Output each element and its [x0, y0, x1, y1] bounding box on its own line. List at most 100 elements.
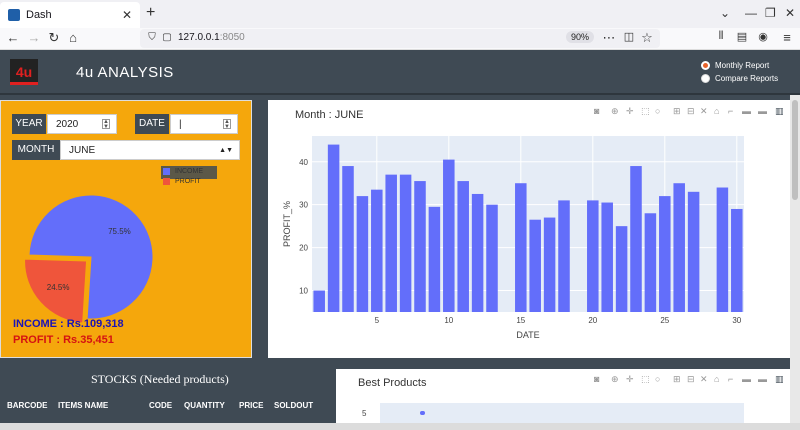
dash-favicon-icon	[8, 9, 20, 21]
tab-list-icon[interactable]: ⌄	[720, 6, 730, 20]
bar[interactable]	[731, 208, 743, 312]
bar[interactable]	[457, 181, 469, 312]
legend-item-income[interactable]: INCOME	[163, 168, 203, 175]
bar[interactable]	[356, 196, 369, 312]
spike-lines-icon[interactable]: ⌐	[728, 374, 733, 384]
browser-tab-bar: Dash ✕ + ⌄ — ❐ ✕	[0, 0, 800, 28]
bar[interactable]	[414, 181, 426, 312]
autoscale-icon[interactable]: ✕	[700, 374, 708, 385]
year-input[interactable]: 2020 ▲ ▼	[47, 114, 117, 134]
bar[interactable]	[615, 226, 628, 312]
month-value: JUNE	[69, 145, 96, 156]
radio-monthly-report[interactable]: Monthly Report	[701, 58, 796, 72]
home-icon[interactable]: ⌂	[64, 30, 82, 45]
best-products-plot-area	[380, 403, 744, 425]
column-header-quantity[interactable]: QUANTITY	[184, 401, 225, 410]
legend-item-profit[interactable]: PROFIT	[163, 178, 203, 185]
pan-icon[interactable]: ✛	[626, 374, 634, 385]
page-info-icon[interactable]: ▢	[158, 32, 176, 43]
bar[interactable]	[385, 174, 397, 312]
bar[interactable]	[630, 166, 642, 312]
zoom-out-icon[interactable]: ⊟	[687, 374, 695, 385]
x-tick-label: 20	[588, 316, 597, 325]
text-cursor: |	[179, 119, 182, 130]
zoom-level[interactable]: 90%	[566, 31, 595, 43]
bar[interactable]	[529, 219, 541, 312]
plotly-logo-icon[interactable]: ▥	[775, 374, 784, 385]
bar[interactable]	[716, 187, 729, 312]
bar[interactable]	[371, 189, 383, 312]
back-icon[interactable]: ←	[4, 30, 22, 45]
x-tick-label: 15	[516, 316, 525, 325]
pie-slice-label: 75.5%	[108, 227, 131, 236]
reload-icon[interactable]: ↻	[45, 30, 63, 46]
new-tab-icon[interactable]: +	[146, 4, 155, 22]
stocks-title: STOCKS (Needed products)	[91, 372, 229, 386]
page-actions-icon[interactable]: ⋯	[600, 30, 618, 46]
income-total: INCOME : Rs.109,318	[13, 318, 124, 330]
scrollbar-thumb[interactable]	[792, 100, 798, 200]
bar[interactable]	[313, 290, 325, 312]
browser-tab[interactable]: Dash ✕	[0, 2, 140, 28]
library-icon[interactable]: ⫴	[712, 30, 730, 43]
bar[interactable]	[515, 183, 527, 312]
year-spinner-icon[interactable]: ▲ ▼	[102, 119, 110, 130]
bar[interactable]	[644, 213, 657, 312]
radio-selected-icon	[701, 60, 710, 70]
column-header-soldout[interactable]: SOLDOUT	[274, 401, 313, 410]
forward-icon[interactable]: →	[25, 30, 43, 45]
close-tab-icon[interactable]: ✕	[122, 8, 132, 22]
zoom-icon[interactable]: ⊕	[611, 374, 619, 385]
hover-compare-icon[interactable]: ▬	[758, 374, 767, 384]
bar[interactable]	[471, 193, 484, 312]
bar[interactable]	[342, 166, 354, 312]
zoom-in-icon[interactable]: ⊞	[673, 374, 681, 385]
bar[interactable]	[428, 206, 441, 312]
x-tick-label: 5	[375, 316, 380, 325]
best-products-title: Best Products	[358, 377, 427, 389]
close-window-icon[interactable]: ✕	[785, 6, 795, 20]
horizontal-scrollbar[interactable]	[0, 423, 800, 430]
bar[interactable]	[687, 191, 700, 312]
box-select-icon[interactable]: ⬚	[641, 374, 650, 385]
bar[interactable]	[601, 202, 613, 312]
bar[interactable]	[659, 196, 671, 312]
x-tick-label: 30	[732, 316, 741, 325]
bar[interactable]	[327, 144, 340, 312]
date-input[interactable]: | ▲ ▼	[170, 114, 238, 134]
column-header-items-name[interactable]: ITEMS NAME	[58, 401, 108, 410]
date-spinner-icon[interactable]: ▲ ▼	[223, 119, 231, 130]
hover-closest-icon[interactable]: ▬	[742, 374, 751, 384]
bar[interactable]	[558, 200, 570, 312]
sidebar-icon[interactable]: ▤	[733, 30, 751, 43]
x-axis-label: DATE	[516, 330, 539, 340]
bar[interactable]	[399, 174, 412, 312]
lasso-icon[interactable]: ○	[655, 374, 660, 384]
summary-panel: YEAR 2020 ▲ ▼ DATE | ▲ ▼ MONTH JUNE ▲▼ 75.…	[0, 100, 252, 358]
radio-compare-reports[interactable]: Compare Reports	[701, 71, 796, 85]
restore-icon[interactable]: ❐	[765, 6, 776, 20]
bookmark-star-icon[interactable]: ☆	[638, 30, 656, 46]
url-text: 127.0.0.1:8050	[178, 32, 245, 43]
radio-label: Compare Reports	[715, 73, 779, 83]
month-select[interactable]: JUNE ▲▼	[60, 140, 240, 160]
bar[interactable]	[587, 200, 599, 312]
chevron-updown-icon: ▲▼	[219, 147, 233, 154]
bar[interactable]	[443, 159, 455, 312]
account-icon[interactable]: ◉	[754, 30, 772, 43]
bar[interactable]	[486, 204, 498, 312]
bar[interactable]	[673, 183, 685, 312]
header-divider	[0, 93, 800, 95]
legend-swatch	[163, 168, 170, 175]
minimize-icon[interactable]: —	[745, 6, 757, 20]
column-header-barcode[interactable]: BARCODE	[7, 401, 47, 410]
column-header-code[interactable]: CODE	[149, 401, 172, 410]
column-header-price[interactable]: PRICE	[239, 401, 263, 410]
bar-chart: 10 20 30 40 5 10 15 20 25 30 DATE PROFIT_%	[282, 136, 744, 340]
logo: 4u	[10, 59, 38, 85]
bar[interactable]	[543, 217, 556, 312]
camera-icon[interactable]: ◙	[594, 374, 599, 384]
home-axes-icon[interactable]: ⌂	[714, 374, 719, 384]
menu-icon[interactable]: ≡	[778, 30, 796, 45]
pocket-icon[interactable]: ◫	[620, 30, 638, 43]
